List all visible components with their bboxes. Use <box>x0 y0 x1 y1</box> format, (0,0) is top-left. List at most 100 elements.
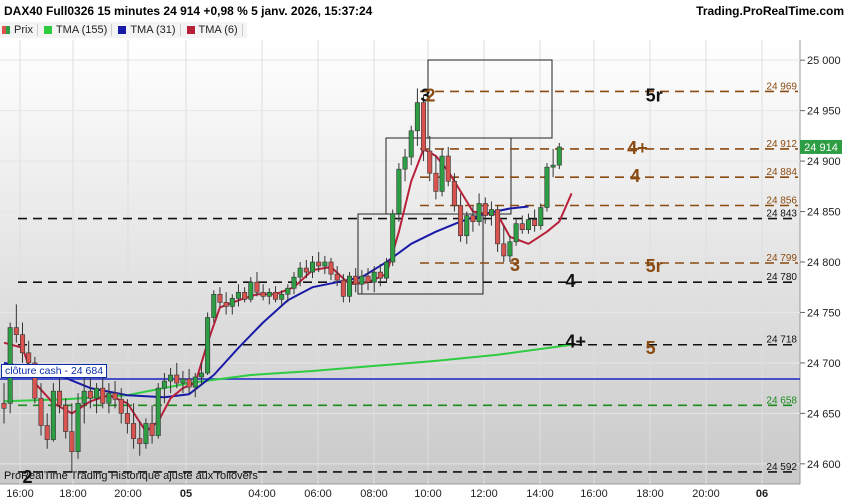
candle-body <box>297 267 303 278</box>
price-chart[interactable]: 24 600 24 650 24 700 24 750 24 800 24 850 24 9… <box>0 0 850 500</box>
candle-body <box>26 352 32 364</box>
x-tick-label: 18:00 <box>59 488 87 500</box>
candle-body <box>396 168 402 214</box>
wave-annotation: 2 <box>425 85 435 105</box>
x-tick-label: 10:00 <box>414 488 442 500</box>
candle-body <box>168 374 174 382</box>
y-tick-label: 24 650 <box>807 408 841 420</box>
indicator-legend: Prix TMA (155) TMA (31) TMA (6) <box>0 22 247 38</box>
candle-body <box>309 261 315 273</box>
candle-body <box>44 425 50 440</box>
candle-body <box>100 387 106 404</box>
candle-body <box>87 390 93 399</box>
candle-body <box>174 374 180 384</box>
legend-item-tma155[interactable]: TMA (155) <box>42 24 113 36</box>
candle-body <box>211 293 217 318</box>
candle-body <box>155 387 161 436</box>
wave-annotation: 5r <box>646 256 663 276</box>
level-label: 24 884 <box>766 167 797 178</box>
legend-item-tma6[interactable]: TMA (6) <box>185 24 243 36</box>
candle-body <box>328 261 334 275</box>
candle-body <box>303 267 309 273</box>
x-tick-label: 14:00 <box>526 488 554 500</box>
candle-body <box>137 438 143 444</box>
wave-annotation: 3 <box>510 255 520 275</box>
candle-body <box>532 219 538 226</box>
candle-body <box>482 203 488 216</box>
candle-body <box>476 203 482 222</box>
legend-item-prix[interactable]: Prix <box>0 24 38 36</box>
candle-body <box>248 281 254 300</box>
candle-body <box>38 397 44 426</box>
candle-body <box>377 271 383 279</box>
legend-swatch <box>2 26 10 34</box>
y-tick-label: 24 900 <box>807 156 841 168</box>
candle-body <box>365 275 371 283</box>
candle-body <box>470 215 476 222</box>
x-tick-label: 05 <box>180 488 192 500</box>
legend-swatch <box>186 26 195 34</box>
x-tick-label: 04:00 <box>248 488 276 500</box>
legend-item-tma31[interactable]: TMA (31) <box>116 24 181 36</box>
candle-body <box>223 302 229 307</box>
candle-body <box>192 376 198 388</box>
wave-annotation: 4+ <box>627 138 648 158</box>
candle-body <box>106 392 112 404</box>
candle-body <box>124 413 130 424</box>
candle-body <box>445 155 451 182</box>
legend-label: TMA (31) <box>130 24 176 36</box>
candle-body <box>550 164 556 168</box>
x-tick-label: 16:00 <box>580 488 608 500</box>
candle-body <box>334 273 340 281</box>
x-tick-label: 06:00 <box>304 488 332 500</box>
x-tick-label: 20:00 <box>692 488 720 500</box>
legend-swatch <box>118 26 127 34</box>
instrument-title: DAX40 Full0326 15 minutes 24 914 +0,98 %… <box>4 4 373 18</box>
candle-body <box>340 279 346 297</box>
candle-body <box>519 223 525 231</box>
candle-body <box>458 205 464 237</box>
y-tick-label: 24 750 <box>807 307 841 319</box>
candle-body <box>266 291 272 297</box>
candle-body <box>1 402 7 409</box>
candle-body <box>131 423 137 439</box>
candle-body <box>291 276 297 289</box>
candle-body <box>359 275 365 285</box>
last-price-label: 24 914 <box>804 142 838 154</box>
candle-body <box>538 207 544 226</box>
candle-body <box>402 156 408 170</box>
candle-body <box>495 209 501 245</box>
x-tick-label: 06 <box>756 488 768 500</box>
level-label: 24 658 <box>766 395 797 406</box>
candle-body <box>427 150 433 174</box>
candle-body <box>143 423 149 444</box>
brand-label: Trading.ProRealTime.com <box>696 4 844 18</box>
candle-body <box>507 241 513 257</box>
candle-body <box>322 261 328 267</box>
y-tick-label: 24 800 <box>807 257 841 269</box>
level-label: 24 780 <box>766 272 797 283</box>
candle-body <box>260 291 266 297</box>
candle-body <box>525 219 531 231</box>
candle-body <box>242 291 248 300</box>
candle-body <box>353 275 359 285</box>
candle-body <box>439 155 445 192</box>
candle-body <box>235 291 241 299</box>
level-label: 24 718 <box>766 335 797 346</box>
candle-body <box>112 392 118 400</box>
legend-label: TMA (155) <box>55 24 108 36</box>
candle-body <box>371 271 377 283</box>
y-tick-label: 24 700 <box>807 358 841 370</box>
legend-label: TMA (6) <box>198 24 238 36</box>
level-label: 24 592 <box>766 462 797 473</box>
candle-body <box>544 166 550 208</box>
level-label: 24 799 <box>766 253 797 264</box>
candle-body <box>229 298 235 307</box>
level-label: 24 969 <box>766 81 797 92</box>
candle-body <box>63 404 69 432</box>
candle-body <box>118 398 124 414</box>
candle-body <box>217 293 223 303</box>
candle-body <box>272 291 278 300</box>
candle-body <box>501 243 507 257</box>
candle-body <box>384 261 390 279</box>
